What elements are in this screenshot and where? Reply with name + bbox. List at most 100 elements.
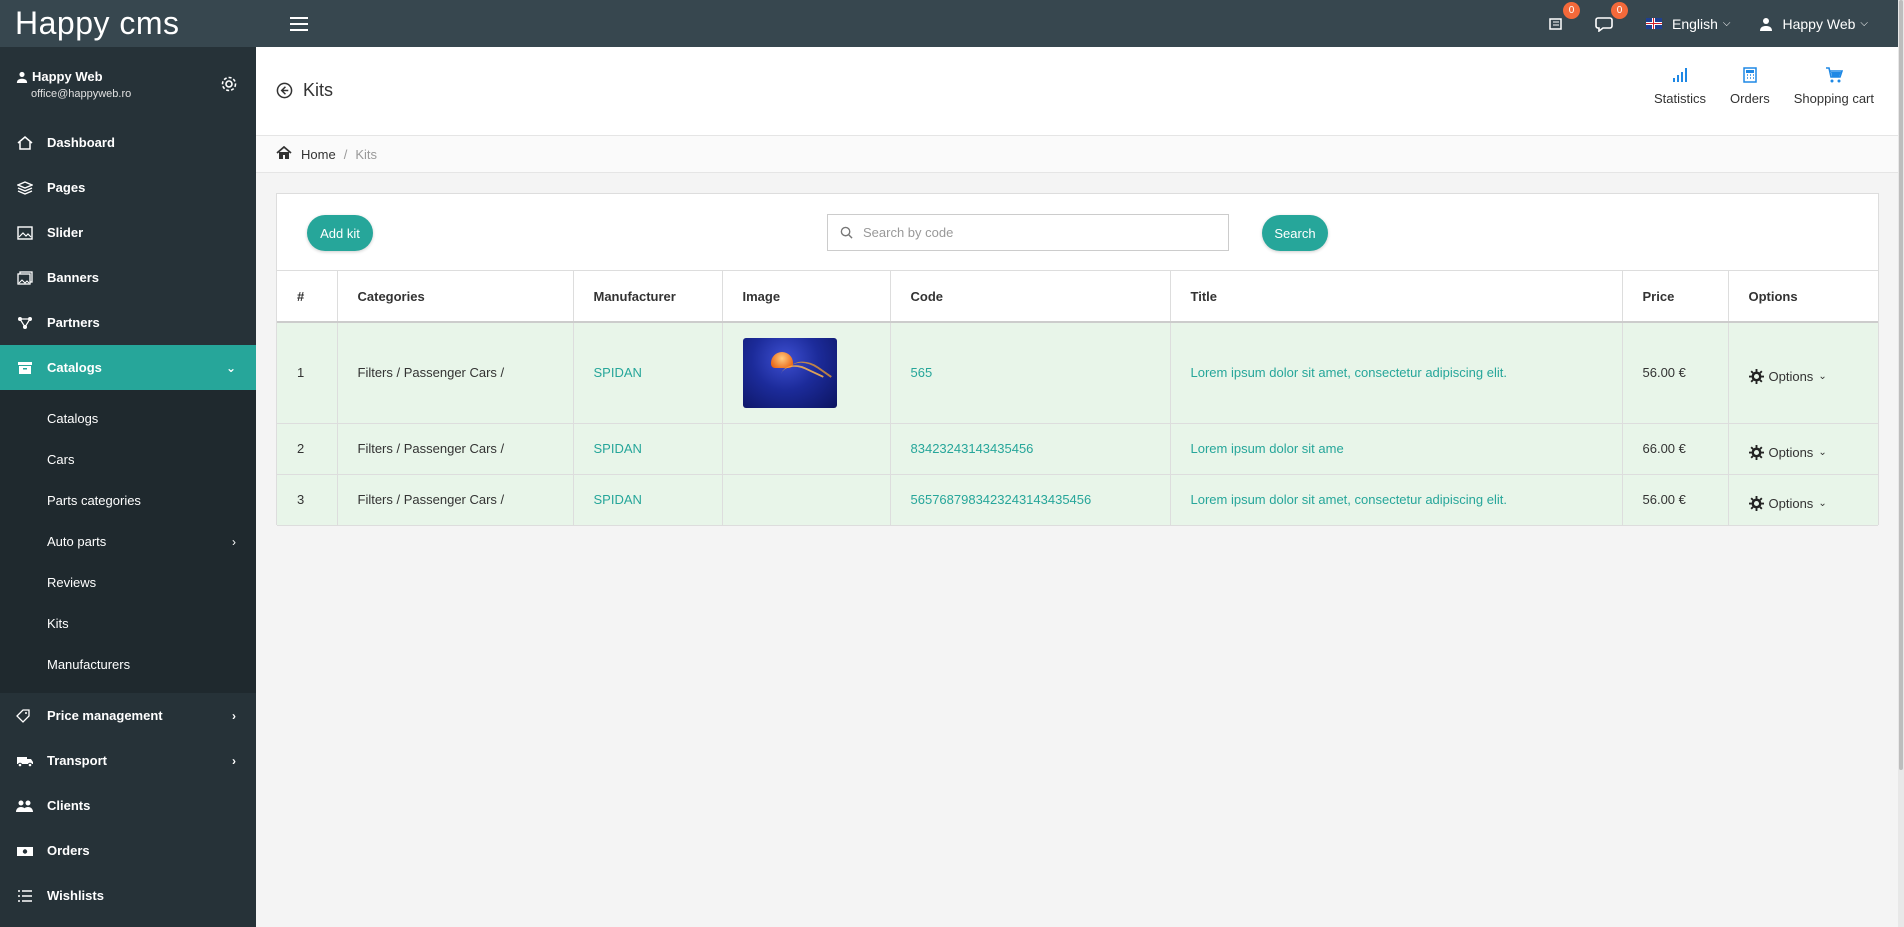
header-actions: Statistics Orders Shopping cart — [1630, 67, 1874, 106]
scrollbar-thumb[interactable] — [1899, 0, 1903, 770]
submenu-item-manufacturers[interactable]: Manufacturers — [0, 644, 256, 685]
sidebar-item-orders[interactable]: Orders — [0, 828, 256, 873]
column-header-price: Price — [1622, 271, 1729, 323]
row-manufacturer-link[interactable]: SPIDAN — [573, 322, 723, 424]
search-input[interactable] — [863, 225, 1213, 240]
user-menu[interactable]: Happy Web ⌵ — [1759, 15, 1868, 32]
home-icon[interactable] — [276, 145, 292, 163]
options-dropdown-button[interactable]: Options ⌄ — [1748, 496, 1879, 511]
user-icon — [1759, 17, 1772, 31]
statistics-button[interactable]: Statistics — [1654, 67, 1706, 106]
search-box — [827, 214, 1229, 251]
table-row: 1 Filters / Passenger Cars / SPIDAN 565 … — [277, 322, 1879, 424]
sidebar-profile: Happy Web office@happyweb.ro — [0, 47, 256, 120]
search-icon — [840, 226, 853, 239]
submenu-item-parts-categories[interactable]: Parts categories — [0, 480, 256, 521]
row-manufacturer-link[interactable]: SPIDAN — [573, 423, 723, 475]
back-arrow-icon[interactable] — [276, 82, 293, 104]
row-manufacturer-link[interactable]: SPIDAN — [573, 474, 723, 526]
sidebar-item-dashboard[interactable]: Dashboard — [0, 120, 256, 165]
submenu-item-catalogs[interactable]: Catalogs — [0, 398, 256, 439]
add-kit-button[interactable]: Add kit — [307, 215, 373, 251]
shopping-cart-button[interactable]: Shopping cart — [1794, 67, 1874, 106]
messages-icon[interactable]: 0 — [1592, 1, 1628, 36]
kits-table: # Categories Manufacturer Image Code Tit… — [277, 271, 1878, 526]
cog-icon — [1748, 369, 1764, 385]
breadcrumb: Home / Kits — [256, 136, 1898, 173]
chevron-down-icon: ⌵ — [1722, 18, 1731, 29]
chevron-down-icon: ⌄ — [1818, 371, 1827, 383]
notifications-icon[interactable]: 0 — [1544, 1, 1580, 36]
network-icon — [15, 313, 35, 333]
page-scrollbar[interactable] — [1898, 0, 1904, 927]
row-category: Filters / Passenger Cars / — [337, 423, 574, 475]
menu-toggle-icon[interactable] — [290, 16, 308, 31]
breadcrumb-home-link[interactable]: Home — [301, 147, 336, 162]
row-price: 66.00 € — [1622, 423, 1729, 475]
submenu-item-kits[interactable]: Kits — [0, 603, 256, 644]
profile-name: Happy Web — [32, 69, 103, 84]
page-header: Kits Statistics Orders Shopping cart — [256, 47, 1898, 136]
kit-thumbnail-image[interactable] — [742, 337, 837, 408]
submenu-item-auto-parts[interactable]: Auto parts › — [0, 521, 256, 562]
layers-icon — [15, 178, 35, 198]
price-tag-icon — [15, 706, 35, 726]
sidebar-item-price-management[interactable]: Price management › — [0, 693, 256, 738]
language-label: English — [1671, 15, 1718, 32]
gear-icon[interactable] — [220, 75, 238, 98]
sidebar-item-banners[interactable]: Banners — [0, 255, 256, 300]
row-image-cell — [722, 322, 891, 424]
row-image-cell — [722, 423, 891, 475]
row-code-link[interactable]: 83423243143435456 — [890, 423, 1171, 475]
panel-toolbar: Add kit Search — [277, 194, 1878, 271]
sidebar-item-slider[interactable]: Slider — [0, 210, 256, 255]
row-number: 2 — [277, 423, 338, 475]
table-header-row: # Categories Manufacturer Image Code Tit… — [277, 271, 1878, 323]
sidebar-item-clients[interactable]: Clients — [0, 783, 256, 828]
page-title: Kits — [303, 80, 334, 100]
options-dropdown-button[interactable]: Options ⌄ — [1748, 445, 1879, 460]
row-category: Filters / Passenger Cars / — [337, 322, 574, 424]
cash-icon — [15, 841, 35, 861]
sidebar-item-transport[interactable]: Transport › — [0, 738, 256, 783]
orders-button[interactable]: Orders — [1730, 67, 1770, 106]
row-price: 56.00 € — [1622, 322, 1729, 424]
sidebar-item-pages[interactable]: Pages — [0, 165, 256, 210]
user-name: Happy Web — [1782, 15, 1856, 32]
kits-panel: Add kit Search # Categories Manufacturer… — [276, 193, 1879, 526]
options-dropdown-button[interactable]: Options ⌄ — [1748, 369, 1879, 385]
catalogs-submenu: Catalogs Cars Parts categories Auto part… — [0, 390, 256, 693]
truck-icon — [15, 751, 35, 771]
sidebar: Happy Web office@happyweb.ro Dashboard P… — [0, 47, 256, 927]
bar-chart-icon — [1673, 68, 1688, 82]
column-header-image: Image — [722, 271, 891, 323]
sidebar-item-catalogs[interactable]: Catalogs ⌄ — [0, 345, 256, 390]
column-header-code: Code — [890, 271, 1171, 323]
user-icon — [16, 71, 28, 83]
row-category: Filters / Passenger Cars / — [337, 474, 574, 526]
chevron-right-icon: › — [232, 708, 236, 723]
column-header-number: # — [277, 271, 338, 323]
row-number: 1 — [277, 322, 338, 424]
submenu-item-cars[interactable]: Cars — [0, 439, 256, 480]
cart-icon — [1825, 67, 1843, 83]
column-header-options: Options — [1728, 271, 1878, 323]
home-icon — [15, 133, 35, 153]
chevron-down-icon: ⌵ — [1860, 18, 1868, 29]
image-icon — [15, 223, 35, 243]
archive-icon — [15, 358, 35, 378]
row-title-link[interactable]: Lorem ipsum dolor sit amet, consectetur … — [1170, 474, 1623, 526]
language-selector[interactable]: English ⌵ — [1645, 15, 1731, 32]
column-header-categories: Categories — [337, 271, 574, 323]
sidebar-item-wishlists[interactable]: Wishlists — [0, 873, 256, 918]
row-code-link[interactable]: 565 — [890, 322, 1171, 424]
search-button[interactable]: Search — [1262, 215, 1328, 251]
brand-logo[interactable]: Happy cms — [0, 0, 256, 47]
chevron-right-icon: › — [232, 753, 236, 768]
submenu-item-reviews[interactable]: Reviews — [0, 562, 256, 603]
row-code-link[interactable]: 5657687983423243143435456 — [890, 474, 1171, 526]
sidebar-item-partners[interactable]: Partners — [0, 300, 256, 345]
row-title-link[interactable]: Lorem ipsum dolor sit amet, consectetur … — [1170, 322, 1623, 424]
row-title-link[interactable]: Lorem ipsum dolor sit ame — [1170, 423, 1623, 475]
row-options-cell: Options ⌄ — [1728, 474, 1879, 526]
